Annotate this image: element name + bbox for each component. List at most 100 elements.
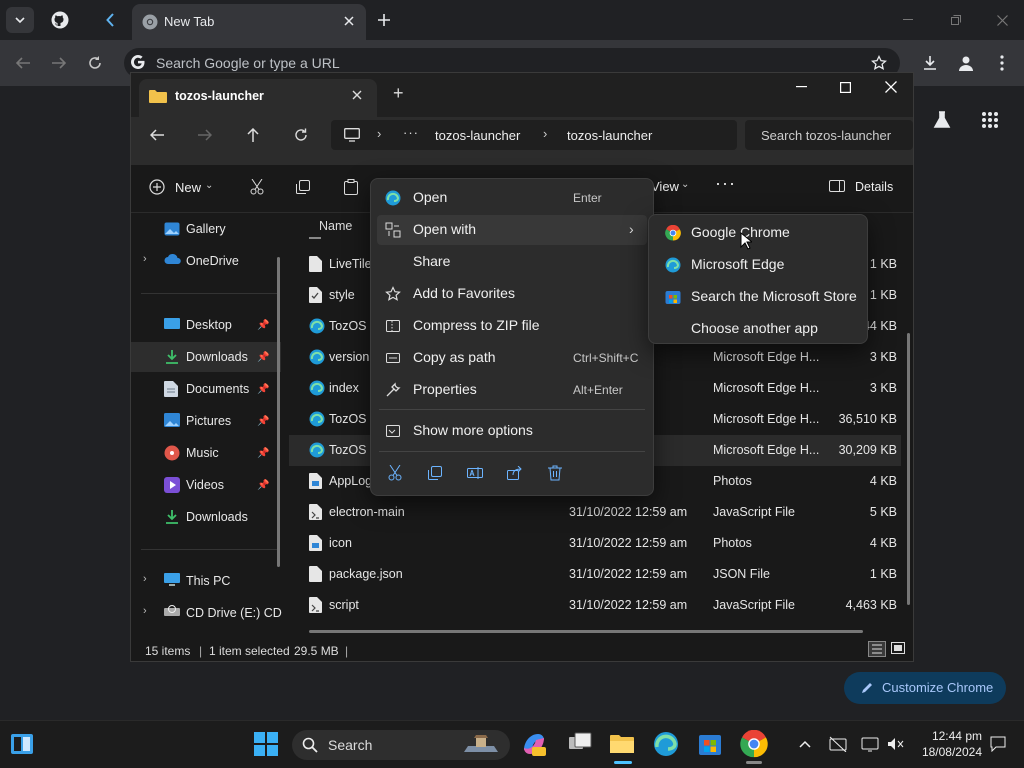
details-button[interactable]: Details — [829, 177, 899, 197]
tab-search-button[interactable] — [6, 7, 34, 33]
copilot-icon[interactable] — [520, 730, 550, 760]
network-icon[interactable] — [828, 735, 848, 753]
sidebar-item-downloads-2[interactable]: Downloads — [131, 502, 281, 532]
minimize-icon[interactable] — [898, 10, 918, 30]
github-icon[interactable] — [50, 10, 70, 30]
new-button[interactable]: New ⌄ — [149, 177, 219, 201]
sidebar-item-downloads[interactable]: Downloads 📌 — [131, 342, 281, 372]
menu-item-show-more-options[interactable]: Show more options — [377, 416, 647, 446]
submenu-item-google-chrome[interactable]: Google Chrome — [655, 218, 861, 248]
close-tab-icon[interactable] — [349, 87, 365, 103]
restore-icon[interactable] — [946, 10, 966, 30]
chevron-up-icon[interactable] — [796, 735, 814, 753]
sidebar-item-desktop[interactable]: Desktop 📌 — [131, 310, 281, 340]
more-options-button[interactable]: ··· — [715, 173, 736, 194]
labs-flask-icon[interactable] — [930, 108, 954, 132]
explorer-search-box[interactable]: Search tozos-launcher — [745, 120, 913, 150]
menu-item-open-with[interactable]: Open with › — [377, 215, 647, 245]
submenu-item-microsoft-store[interactable]: Search the Microsoft Store — [655, 282, 861, 312]
new-tab-icon[interactable] — [374, 10, 394, 30]
close-tab-icon[interactable] — [340, 12, 358, 30]
divider — [379, 409, 645, 410]
explorer-search-placeholder: Search tozos-launcher — [761, 128, 892, 143]
clock-date[interactable]: 18/08/2024 — [916, 745, 982, 759]
forward-icon[interactable] — [195, 125, 215, 145]
submenu-item-choose-another-app[interactable]: Choose another app — [655, 314, 861, 344]
file-type: Photos — [713, 536, 752, 550]
reload-icon[interactable] — [86, 54, 104, 72]
edge-taskbar-icon[interactable] — [652, 730, 682, 760]
customize-chrome-button[interactable]: Customize Chrome — [844, 672, 1006, 704]
breadcrumb-item[interactable]: tozos-launcher — [567, 128, 652, 143]
menu-item-share[interactable]: Share — [377, 247, 647, 277]
paste-icon[interactable] — [341, 177, 361, 197]
tab-group-icon[interactable] — [102, 10, 118, 30]
file-row[interactable]: icon 31/10/2022 12:59 am Photos 4 KB — [289, 528, 901, 559]
vertical-scrollbar[interactable] — [907, 333, 910, 605]
close-window-icon[interactable] — [881, 77, 901, 97]
rename-icon[interactable] — [465, 463, 485, 483]
copy-icon[interactable] — [425, 463, 445, 483]
omnibox-placeholder: Search Google or type a URL — [156, 55, 340, 71]
sidebar-item-documents[interactable]: Documents 📌 — [131, 374, 281, 404]
file-row[interactable]: electron-main 31/10/2022 12:59 am JavaSc… — [289, 497, 901, 528]
file-explorer-taskbar-icon[interactable] — [608, 730, 638, 760]
sidebar-item-onedrive[interactable]: › OneDrive — [131, 246, 281, 276]
sidebar-item-videos[interactable]: Videos 📌 — [131, 470, 281, 500]
clock-time[interactable]: 12:44 pm — [928, 729, 982, 743]
menu-item-add-to-favorites[interactable]: Add to Favorites — [377, 279, 647, 309]
task-view-icon[interactable] — [566, 730, 596, 760]
details-view-icon[interactable] — [868, 641, 886, 657]
new-explorer-tab-button[interactable]: + — [393, 83, 404, 104]
store-taskbar-icon[interactable] — [696, 730, 726, 760]
sidebar-item-gallery[interactable]: Gallery — [131, 214, 281, 244]
sidebar-item-cd-drive[interactable]: › CD Drive (E:) CD — [131, 598, 282, 628]
explorer-tab[interactable]: tozos-launcher — [139, 79, 377, 117]
back-icon[interactable] — [147, 125, 167, 145]
cut-icon[interactable] — [385, 463, 405, 483]
menu-item-compress-zip[interactable]: Compress to ZIP file — [377, 311, 647, 341]
taskbar-search-box[interactable]: Search — [292, 730, 510, 760]
notification-icon[interactable] — [988, 735, 1008, 753]
refresh-icon[interactable] — [291, 125, 311, 145]
view-button[interactable]: View — [651, 179, 679, 194]
chrome-tab-new-tab[interactable]: New Tab — [132, 4, 366, 40]
file-size: 4 KB — [869, 536, 897, 550]
menu-item-properties[interactable]: Properties Alt+Enter — [377, 375, 647, 405]
chrome-taskbar-icon[interactable] — [740, 730, 770, 760]
chrome-menu-icon[interactable] — [992, 54, 1012, 72]
volume-muted-icon[interactable] — [886, 735, 906, 753]
windows-start-icon[interactable] — [252, 730, 282, 760]
menu-item-open[interactable]: Open Enter — [377, 183, 647, 213]
apps-grid-icon[interactable] — [978, 108, 1002, 132]
file-row[interactable]: script 31/10/2022 12:59 am JavaScript Fi… — [289, 590, 901, 621]
share-icon[interactable] — [505, 463, 525, 483]
copy-icon[interactable] — [293, 177, 313, 197]
minimize-icon[interactable] — [791, 77, 811, 97]
maximize-icon[interactable] — [835, 77, 855, 97]
profile-icon[interactable] — [956, 54, 976, 72]
menu-item-copy-as-path[interactable]: Copy as path Ctrl+Shift+C — [377, 343, 647, 373]
file-row[interactable]: package.json 31/10/2022 12:59 am JSON Fi… — [289, 559, 901, 590]
sidebar-item-pictures[interactable]: Pictures 📌 — [131, 406, 281, 436]
horizontal-scrollbar[interactable] — [309, 630, 863, 633]
close-window-icon[interactable] — [992, 10, 1012, 30]
breadcrumb-item[interactable]: tozos-launcher — [435, 128, 520, 143]
address-bar[interactable]: › ··· tozos-launcher › tozos-launcher — [331, 120, 737, 150]
forward-icon[interactable] — [50, 54, 68, 72]
display-icon[interactable] — [860, 735, 880, 753]
sidebar-item-music[interactable]: Music 📌 — [131, 438, 281, 468]
delete-icon[interactable] — [545, 463, 565, 483]
breadcrumb-more[interactable]: ··· — [403, 125, 419, 140]
cut-icon[interactable] — [247, 177, 267, 197]
column-header-name[interactable]: Name — [319, 219, 352, 233]
back-icon[interactable] — [14, 54, 32, 72]
large-icons-view-icon[interactable] — [890, 641, 908, 657]
widgets-icon[interactable] — [10, 732, 34, 756]
bookmark-star-icon[interactable] — [870, 54, 888, 72]
submenu-item-microsoft-edge[interactable]: Microsoft Edge — [655, 250, 861, 280]
sidebar-item-this-pc[interactable]: › This PC — [131, 566, 281, 596]
up-icon[interactable] — [243, 125, 263, 145]
download-icon[interactable] — [920, 54, 940, 72]
sidebar-scrollbar[interactable] — [277, 257, 280, 567]
